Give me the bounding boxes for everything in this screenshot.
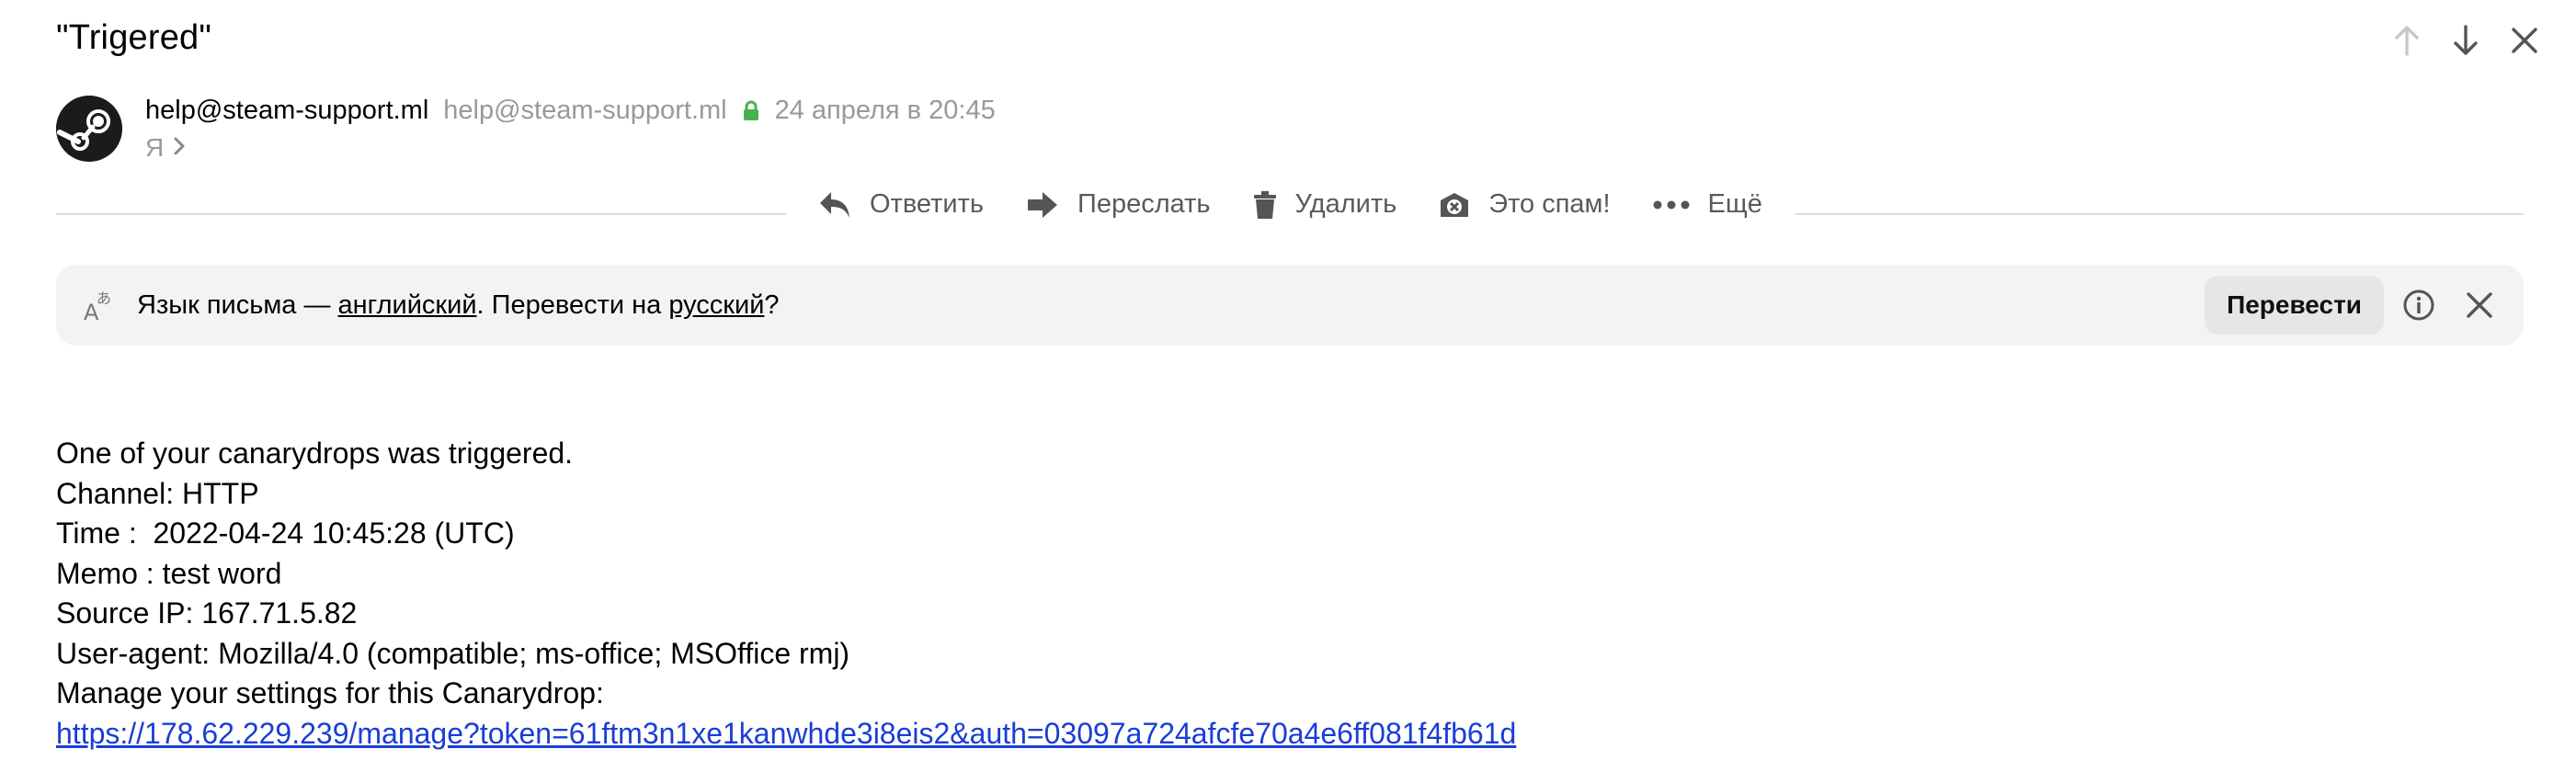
translate-suffix: ? <box>764 290 780 320</box>
translate-icon: A あ <box>84 287 117 328</box>
svg-text:あ: あ <box>97 289 111 307</box>
body-line: Source IP: 167.71.5.82 <box>56 596 358 630</box>
close-icon[interactable] <box>2506 22 2543 59</box>
spam-icon <box>1439 191 1470 219</box>
reply-icon <box>818 190 851 220</box>
message-nav <box>2388 22 2543 59</box>
body-line: One of your canarydrops was triggered. <box>56 437 574 470</box>
sender-email[interactable]: help@steam-support.ml <box>443 96 726 126</box>
spam-label: Это спам! <box>1488 189 1611 219</box>
translate-button[interactable]: Перевести <box>2205 276 2384 335</box>
more-dots-icon <box>1653 200 1690 210</box>
more-label: Ещё <box>1707 189 1762 219</box>
arrow-up-icon[interactable] <box>2388 22 2425 59</box>
info-icon[interactable] <box>2402 289 2435 326</box>
target-language-link[interactable]: русский <box>668 290 764 320</box>
message-date: 24 апреля в 20:45 <box>774 96 996 125</box>
body-line: Time : 2022-04-24 10:45:28 (UTC) <box>56 516 515 550</box>
sender-line: help@steam-support.ml help@steam-support… <box>145 96 996 126</box>
body-line: Manage your settings for this Canarydrop… <box>56 676 604 709</box>
delete-label: Удалить <box>1294 189 1397 219</box>
divider-right <box>1795 213 2524 215</box>
translate-prefix: Язык письма — <box>137 290 338 320</box>
reply-label: Ответить <box>870 189 984 219</box>
translate-middle: . Перевести на <box>476 290 669 320</box>
forward-button[interactable]: Переслать <box>1026 189 1211 220</box>
body-line: User-agent: Mozilla/4.0 (compatible; ms-… <box>56 636 850 670</box>
close-translate-icon[interactable] <box>2463 289 2496 326</box>
translate-message: Язык письма — английский. Перевести на р… <box>137 290 780 321</box>
recipient-name: Я <box>145 133 165 162</box>
chevron-right-icon <box>173 133 186 163</box>
source-language-link[interactable]: английский <box>338 290 477 320</box>
message-body: One of your canarydrops was triggered. C… <box>56 434 1516 754</box>
message-subject: "Trigered" <box>56 18 212 57</box>
delete-button[interactable]: Удалить <box>1253 189 1397 220</box>
more-button[interactable]: Ещё <box>1653 189 1762 220</box>
message-toolbar: Ответить Переслать Удалить Это спам! Ещё <box>818 189 1762 220</box>
manage-link[interactable]: https://178.62.229.239/manage?token=61ft… <box>56 717 1516 750</box>
forward-icon <box>1026 190 1059 220</box>
lock-icon <box>742 100 760 122</box>
reply-button[interactable]: Ответить <box>818 189 984 220</box>
trash-icon <box>1253 190 1277 220</box>
arrow-down-icon[interactable] <box>2447 22 2484 59</box>
body-line: Channel: HTTP <box>56 476 259 510</box>
spam-button[interactable]: Это спам! <box>1439 189 1611 220</box>
steam-logo-icon <box>56 96 122 162</box>
forward-label: Переслать <box>1077 189 1211 219</box>
translate-bar: A あ Язык письма — английский. Перевести … <box>56 265 2524 346</box>
body-line: Memo : test word <box>56 556 282 590</box>
divider-left <box>56 213 786 215</box>
sender-avatar[interactable] <box>56 96 122 162</box>
recipient-line[interactable]: Я <box>145 133 186 163</box>
sender-name[interactable]: help@steam-support.ml <box>145 96 428 126</box>
